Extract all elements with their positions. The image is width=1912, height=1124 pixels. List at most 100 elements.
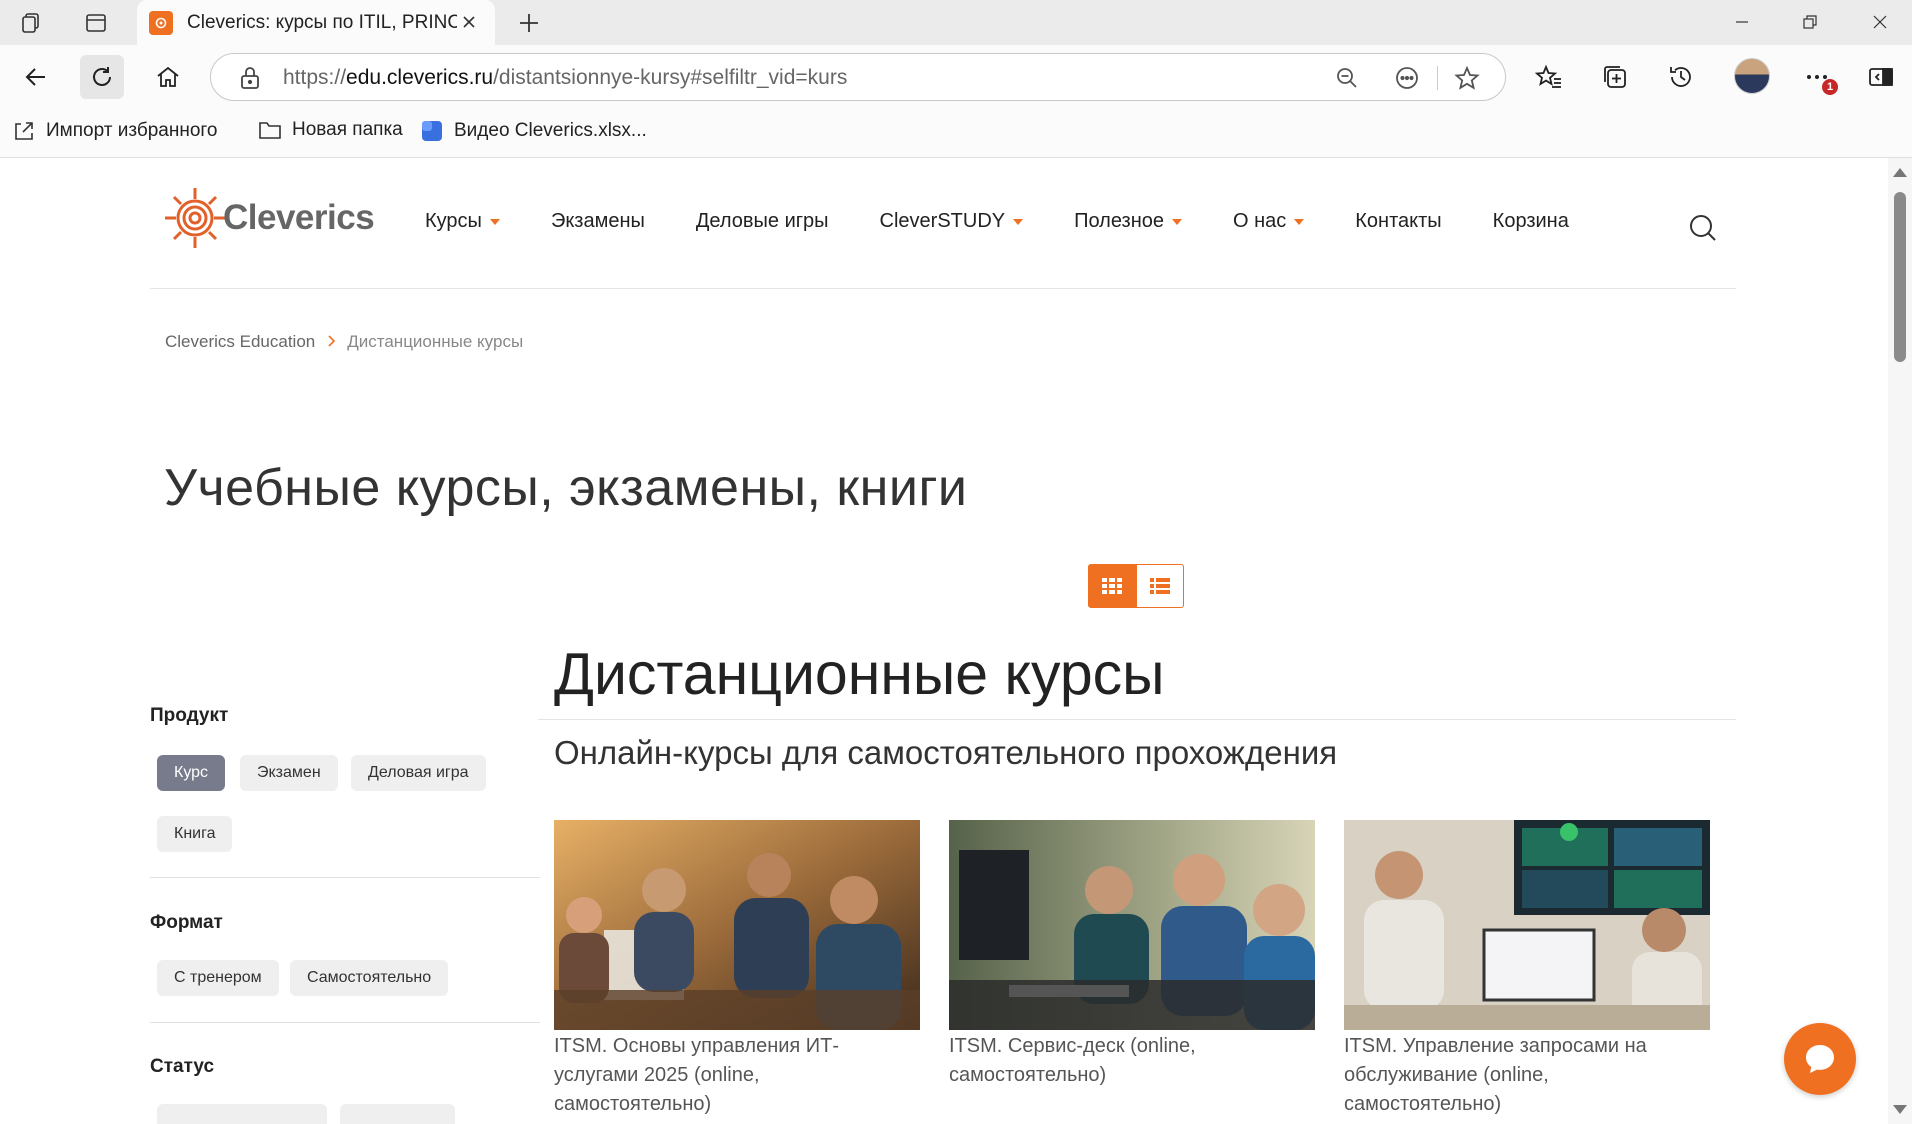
- url-text[interactable]: https://edu.cleverics.ru/distantsionnye-…: [283, 66, 847, 90]
- collections-icon[interactable]: [1598, 60, 1632, 94]
- minimize-icon[interactable]: [1722, 4, 1762, 40]
- menu-item-contacts[interactable]: Контакты: [1355, 210, 1441, 233]
- caret-down-icon: [489, 218, 500, 225]
- active-tab[interactable]: Cleverics: курсы по ITIL, PRINCE2: [137, 0, 495, 45]
- main-menu: Курсы Экзамены Деловые игры CleverSTUDY …: [425, 210, 1620, 233]
- notification-badge: 1: [1822, 79, 1838, 95]
- section-divider: [538, 719, 1736, 720]
- page-viewport: Cleverics Курсы Экзамены Деловые игры Cl…: [0, 157, 1912, 1124]
- bookmark-label: Видео Cleverics.xlsx...: [454, 120, 647, 141]
- address-divider: [1437, 66, 1438, 90]
- course-title[interactable]: ITSM. Основы управления ИТ-услугами 2025…: [554, 1032, 920, 1119]
- lock-icon[interactable]: [239, 66, 261, 95]
- browser-tab-bar: Cleverics: курсы по ITIL, PRINCE2: [0, 0, 1912, 45]
- profile-avatar[interactable]: [1734, 58, 1770, 94]
- url-prefix: https://: [283, 66, 347, 89]
- bookmark-label: Новая папка: [292, 119, 403, 140]
- menu-label: Корзина: [1492, 210, 1569, 232]
- home-icon[interactable]: [146, 55, 190, 99]
- bookmark-label: Импорт избранного: [46, 120, 218, 141]
- site-search-icon[interactable]: [1688, 213, 1718, 248]
- zoom-out-icon[interactable]: [1333, 64, 1361, 92]
- menu-item-cart[interactable]: Корзина: [1493, 210, 1569, 233]
- site-logo[interactable]: Cleverics: [163, 186, 375, 250]
- section-subtitle: Онлайн-курсы для самостоятельного прохож…: [554, 734, 1338, 771]
- view-toggle: [1088, 564, 1184, 608]
- bookmark-import[interactable]: Импорт избранного: [12, 119, 217, 143]
- close-window-icon[interactable]: [1860, 4, 1900, 40]
- cleverics-favicon-icon: [149, 10, 173, 35]
- import-icon: [15, 122, 33, 140]
- filter-chip-self-paced[interactable]: Самостоятельно: [290, 960, 449, 996]
- favorites-icon[interactable]: [1532, 60, 1566, 94]
- folder-icon: [259, 122, 281, 139]
- close-tab-icon[interactable]: [457, 10, 481, 34]
- back-icon[interactable]: [14, 55, 58, 99]
- filter-chip-with-trainer[interactable]: С тренером: [157, 960, 279, 996]
- caret-down-icon: [1172, 218, 1182, 225]
- chat-widget-button[interactable]: [1784, 1023, 1856, 1095]
- history-icon[interactable]: [1664, 60, 1698, 94]
- filter-status-title: Статус: [150, 1056, 215, 1077]
- url-host: edu.cleverics.ru: [346, 66, 494, 89]
- caret-down-icon: [1013, 218, 1024, 225]
- vertical-tabs-icon[interactable]: [78, 8, 114, 38]
- course-card[interactable]: ITSM. Основы управления ИТ-услугами 2025…: [554, 820, 920, 1119]
- breadcrumb-home-link[interactable]: Cleverics Education: [165, 332, 315, 352]
- new-tab-icon[interactable]: [512, 6, 546, 40]
- menu-label: CleverSTUDY: [879, 210, 1006, 232]
- scroll-thumb[interactable]: [1894, 192, 1906, 362]
- tab-title: Cleverics: курсы по ITIL, PRINCE2: [187, 11, 457, 33]
- filter-chip-exam[interactable]: Экзамен: [240, 755, 338, 791]
- logo-text: Cleverics: [223, 198, 375, 237]
- filter-divider: [150, 1022, 540, 1023]
- menu-item-about[interactable]: О нас: [1233, 210, 1305, 233]
- course-title[interactable]: ITSM. Сервис-деск (online, самостоятельн…: [949, 1032, 1315, 1090]
- filter-format-title: Формат: [150, 912, 223, 933]
- list-view-button[interactable]: [1136, 564, 1184, 608]
- menu-item-exams[interactable]: Экзамены: [551, 210, 645, 233]
- course-image[interactable]: [554, 820, 920, 1030]
- workspaces-icon[interactable]: [14, 8, 50, 38]
- bookmarks-bar: Импорт избранного Новая папка Видео Clev…: [0, 109, 1912, 157]
- menu-item-useful[interactable]: Полезное: [1074, 210, 1182, 233]
- course-card[interactable]: ITSM. Управление запросами на обслуживан…: [1344, 820, 1710, 1119]
- caret-down-icon: [1294, 218, 1305, 225]
- browser-toolbar: https://edu.cleverics.ru/distantsionnye-…: [0, 45, 1912, 109]
- refresh-icon[interactable]: [80, 55, 124, 99]
- course-image[interactable]: [949, 820, 1315, 1030]
- favorite-star-icon[interactable]: [1453, 64, 1481, 92]
- sidebar-toggle-icon[interactable]: [1864, 60, 1898, 94]
- file-icon: [422, 121, 442, 141]
- menu-item-cleverstudy[interactable]: CleverSTUDY: [880, 210, 1024, 233]
- filter-chip-status[interactable]: [340, 1104, 455, 1124]
- menu-item-business-games[interactable]: Деловые игры: [696, 210, 829, 233]
- menu-item-courses[interactable]: Курсы: [425, 210, 500, 233]
- filter-product-title: Продукт: [150, 705, 229, 726]
- scroll-down-arrow-icon[interactable]: [1893, 1105, 1907, 1114]
- address-bar[interactable]: https://edu.cleverics.ru/distantsionnye-…: [210, 53, 1506, 101]
- bookmark-video-file[interactable]: Видео Cleverics.xlsx...: [420, 119, 647, 143]
- course-card[interactable]: ITSM. Сервис-деск (online, самостоятельн…: [949, 820, 1315, 1090]
- grid-icon: [1102, 578, 1122, 594]
- page-scrollbar[interactable]: [1888, 158, 1912, 1124]
- restore-icon[interactable]: [1790, 4, 1830, 40]
- page-title: Учебные курсы, экзамены, книги: [164, 459, 968, 517]
- scroll-up-arrow-icon[interactable]: [1893, 168, 1907, 177]
- url-path: /distantsionnye-kursy#selfiltr_vid=kurs: [493, 66, 848, 89]
- menu-label: Курсы: [425, 210, 482, 232]
- breadcrumb: Cleverics Education Дистанционные курсы: [165, 332, 523, 352]
- filter-chip-book[interactable]: Книга: [157, 816, 233, 852]
- sun-logo-icon: [165, 188, 225, 248]
- reading-mode-icon[interactable]: [1393, 64, 1421, 92]
- course-title[interactable]: ITSM. Управление запросами на обслуживан…: [1344, 1032, 1710, 1119]
- bookmark-new-folder[interactable]: Новая папка: [258, 119, 403, 141]
- chevron-right-icon: [327, 332, 336, 352]
- filter-chip-course[interactable]: Курс: [157, 755, 226, 791]
- grid-view-button[interactable]: [1088, 564, 1136, 608]
- header-divider: [150, 288, 1736, 289]
- course-image[interactable]: [1344, 820, 1710, 1030]
- chat-bubble-icon: [1806, 1045, 1834, 1073]
- filter-chip-status[interactable]: [157, 1104, 327, 1124]
- filter-chip-business-game[interactable]: Деловая игра: [351, 755, 486, 791]
